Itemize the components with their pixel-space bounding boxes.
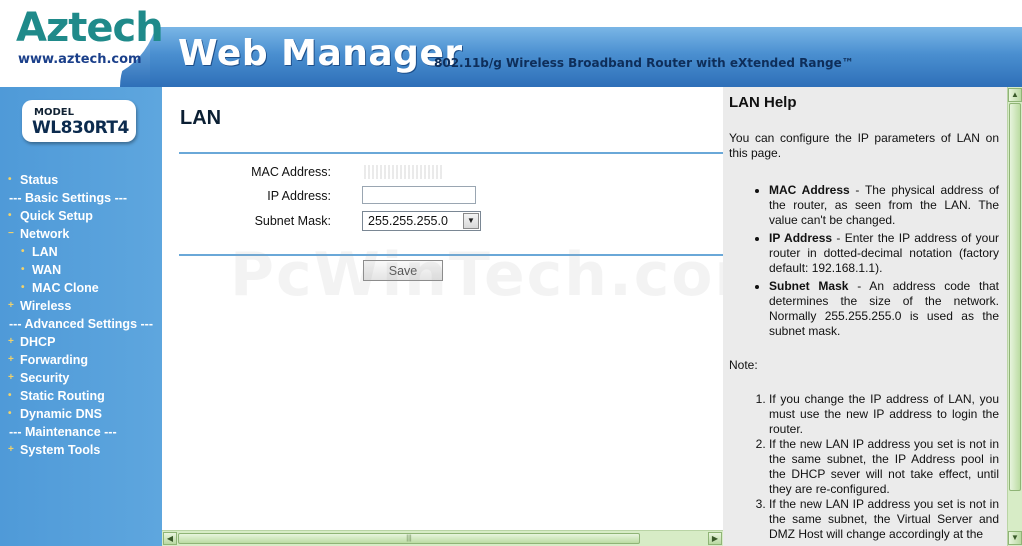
expand-icon: +: [8, 336, 14, 347]
help-term: Subnet Mask: [769, 279, 849, 293]
sidebar-item-label: --- Advanced Settings ---: [9, 317, 153, 331]
sidebar-item-system-tools[interactable]: + System Tools: [0, 441, 162, 459]
help-title: LAN Help: [729, 94, 797, 111]
sidebar-item-label: Static Routing: [20, 389, 105, 403]
sidebar-item-lan[interactable]: • LAN: [0, 243, 162, 261]
subnet-mask-label: Subnet Mask:: [254, 214, 331, 228]
sidebar-item-label: Network: [20, 227, 70, 241]
help-definition: Subnet Mask - An address code that deter…: [769, 279, 999, 339]
sidebar-item-label: Wireless: [20, 299, 72, 313]
logo-url: www.aztech.com: [18, 52, 142, 67]
page-title: LAN: [180, 107, 222, 129]
help-term: IP Address: [769, 231, 833, 245]
sidebar-item-label: LAN: [32, 245, 58, 259]
sidebar-item-label: System Tools: [20, 443, 101, 457]
help-pane: LAN Help You can configure the IP parame…: [723, 87, 1007, 546]
divider: [179, 152, 723, 154]
model-badge: MODEL WL830RT4: [22, 100, 136, 142]
bullet-icon: •: [8, 408, 12, 419]
sidebar-item-label: MAC Clone: [32, 281, 99, 295]
sidebar-item-label: --- Maintenance ---: [9, 425, 117, 439]
help-note-label: Note:: [729, 358, 758, 372]
subnet-mask-value: 255.255.255.0: [368, 214, 448, 228]
sidebar-item-wan[interactable]: • WAN: [0, 261, 162, 279]
sidebar-item-label: Forwarding: [20, 353, 89, 367]
bullet-icon: •: [21, 282, 25, 293]
subnet-mask-row: Subnet Mask: 255.255.255.0 ▼: [162, 211, 723, 233]
help-notes: If you change the IP address of LAN, you…: [729, 392, 999, 542]
collapse-icon: −: [8, 228, 14, 239]
scroll-thumb[interactable]: [1009, 103, 1021, 491]
save-button[interactable]: Save: [363, 260, 443, 281]
help-definitions: MAC Address - The physical address of th…: [729, 183, 999, 342]
horizontal-scrollbar[interactable]: ◀ ||| ▶: [162, 530, 723, 546]
help-note: If the new LAN IP address you set is not…: [769, 497, 999, 542]
sidebar-item-forwarding[interactable]: + Forwarding: [0, 351, 162, 369]
app-title: Web Manager: [178, 33, 463, 74]
menu-section-header: --- Basic Settings ---: [0, 189, 162, 207]
sidebar-item-security[interactable]: + Security: [0, 369, 162, 387]
header: Aztech www.aztech.com Web Manager 802.11…: [0, 0, 1022, 87]
help-note: If you change the IP address of LAN, you…: [769, 392, 999, 437]
subnet-mask-select[interactable]: 255.255.255.0 ▼: [362, 211, 481, 231]
help-definition: IP Address - Enter the IP address of you…: [769, 231, 999, 276]
help-definition: MAC Address - The physical address of th…: [769, 183, 999, 228]
mac-address-row: MAC Address:: [162, 162, 723, 184]
mac-address-label: MAC Address:: [251, 165, 331, 179]
mac-address-value: [364, 165, 444, 179]
bullet-icon: •: [21, 264, 25, 275]
sidebar-item-network[interactable]: − Network: [0, 225, 162, 243]
logo-text: Aztech: [16, 5, 164, 51]
sidebar-item-label: Quick Setup: [20, 209, 93, 223]
model-name: WL830RT4: [32, 118, 129, 138]
sidebar-item-label: DHCP: [20, 335, 56, 349]
expand-icon: +: [8, 354, 14, 365]
sidebar-item-label: Status: [20, 173, 59, 187]
expand-icon: +: [8, 300, 14, 311]
sidebar-item-dhcp[interactable]: + DHCP: [0, 333, 162, 351]
bullet-icon: •: [8, 210, 12, 221]
help-note: If the new LAN IP address you set is not…: [769, 437, 999, 497]
vertical-scrollbar[interactable]: ▲ ▼: [1007, 87, 1022, 546]
help-term: MAC Address: [769, 183, 850, 197]
app-subtitle: 802.11b/g Wireless Broadband Router with…: [434, 56, 854, 70]
menu-section-header: --- Advanced Settings ---: [0, 315, 162, 333]
sidebar-item-label: --- Basic Settings ---: [9, 191, 128, 205]
sidebar-item-static-routing[interactable]: • Static Routing: [0, 387, 162, 405]
expand-icon: +: [8, 444, 14, 455]
divider: [179, 254, 723, 256]
sidebar-item-quick-setup[interactable]: • Quick Setup: [0, 207, 162, 225]
sidebar-item-label: WAN: [32, 263, 62, 277]
ip-address-row: IP Address:: [162, 186, 723, 208]
scroll-thumb[interactable]: |||: [178, 533, 640, 544]
ip-address-label: IP Address:: [267, 189, 331, 203]
scroll-left-icon[interactable]: ◀: [163, 532, 177, 545]
sidebar-item-dynamic-dns[interactable]: • Dynamic DNS: [0, 405, 162, 423]
sidebar-item-mac-clone[interactable]: • MAC Clone: [0, 279, 162, 297]
sidebar: MODEL WL830RT4 • Status --- Basic Settings…: [0, 87, 162, 546]
main-content: LAN MAC Address: IP Address: Subnet Mask…: [162, 87, 723, 530]
ip-address-input[interactable]: [362, 186, 476, 204]
help-intro: You can configure the IP parameters of L…: [729, 131, 999, 160]
sidebar-item-wireless[interactable]: + Wireless: [0, 297, 162, 315]
chevron-down-icon[interactable]: ▼: [463, 213, 479, 229]
scroll-down-icon[interactable]: ▼: [1008, 531, 1022, 545]
bullet-icon: •: [21, 246, 25, 257]
scroll-up-icon[interactable]: ▲: [1008, 88, 1022, 102]
expand-icon: +: [8, 372, 14, 383]
menu-section-header: --- Maintenance ---: [0, 423, 162, 441]
bullet-icon: •: [8, 390, 12, 401]
sidebar-item-label: Dynamic DNS: [20, 407, 102, 421]
sidebar-item-label: Security: [20, 371, 70, 385]
scroll-right-icon[interactable]: ▶: [708, 532, 722, 545]
sidebar-item-status[interactable]: • Status: [0, 171, 162, 189]
model-label: MODEL: [34, 107, 74, 118]
bullet-icon: •: [8, 174, 12, 185]
sidebar-menu: • Status --- Basic Settings --- • Quick Setu…: [0, 171, 162, 459]
